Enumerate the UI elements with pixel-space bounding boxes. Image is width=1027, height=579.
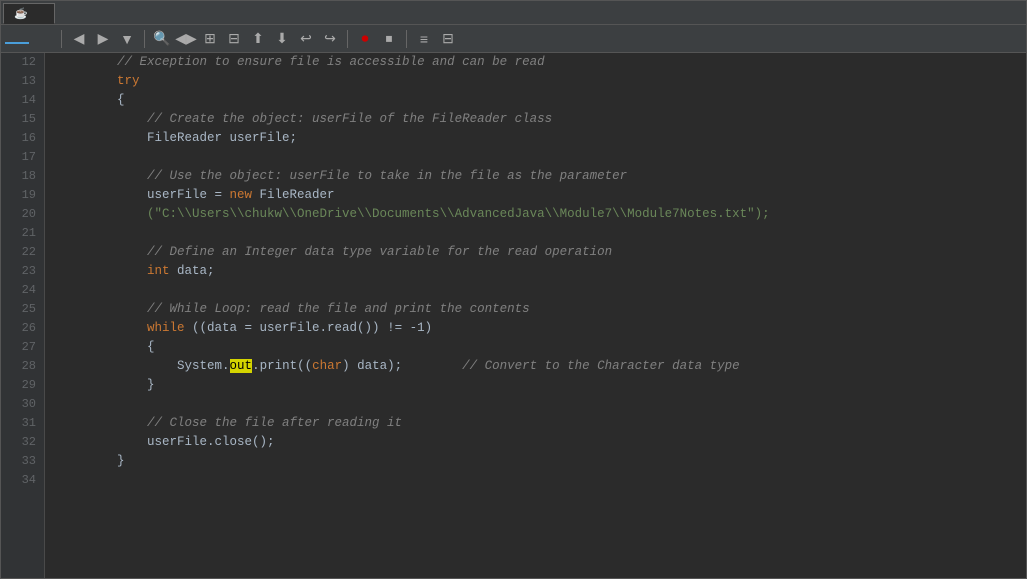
toolbar-btn-8[interactable]: ⬆ [247, 29, 269, 49]
toolbar-btn-11[interactable]: ↪ [319, 29, 341, 49]
code-line-17 [57, 148, 1026, 167]
code-content[interactable]: // Exception to ensure file is accessibl… [45, 53, 1026, 578]
code-line-13: try [57, 72, 1026, 91]
line-number-32: 32 [5, 433, 36, 452]
line-number-34: 34 [5, 471, 36, 490]
ide-window: ☕ ◀ ▶ ▼ 🔍 ◀▶ ⊞ ⊟ ⬆ ⬇ ↩ ↪ ⏺ ⏹ ≡ ⊟ 1213141… [0, 0, 1027, 579]
code-line-19: userFile = new FileReader [57, 186, 1026, 205]
toolbar-btn-13[interactable]: ⏹ [378, 29, 400, 49]
code-line-31: // Close the file after reading it [57, 414, 1026, 433]
toolbar-btn-2[interactable]: ▶ [92, 29, 114, 49]
toolbar-btn-14[interactable]: ≡ [413, 29, 435, 49]
tab-filehandling[interactable]: ☕ [3, 3, 55, 24]
toolbar-btn-6[interactable]: ⊞ [199, 29, 221, 49]
toolbar-separator-1 [61, 30, 62, 48]
line-number-20: 20 [5, 205, 36, 224]
editor-area: 1213141516171819202122232425262728293031… [1, 53, 1026, 578]
toolbar-btn-5[interactable]: ◀▶ [175, 29, 197, 49]
code-line-29: } [57, 376, 1026, 395]
toolbar-btn-3[interactable]: ▼ [116, 29, 138, 49]
toolbar-btn-10[interactable]: ↩ [295, 29, 317, 49]
tab-icon: ☕ [14, 7, 28, 20]
code-line-14: { [57, 91, 1026, 110]
line-number-14: 14 [5, 91, 36, 110]
code-line-32: userFile.close(); [57, 433, 1026, 452]
line-number-27: 27 [5, 338, 36, 357]
toolbar-btn-4[interactable]: 🔍 [151, 29, 173, 49]
line-number-15: 15 [5, 110, 36, 129]
code-line-16: FileReader userFile; [57, 129, 1026, 148]
toolbar-separator-2 [144, 30, 145, 48]
line-number-16: 16 [5, 129, 36, 148]
toolbar-separator-3 [347, 30, 348, 48]
toolbar-btn-12[interactable]: ⏺ [354, 29, 376, 49]
toolbar-btn-1[interactable]: ◀ [68, 29, 90, 49]
line-number-18: 18 [5, 167, 36, 186]
code-line-28: System.out.print((char) data); // Conver… [57, 357, 1026, 376]
code-line-18: // Use the object: userFile to take in t… [57, 167, 1026, 186]
toolbar: ◀ ▶ ▼ 🔍 ◀▶ ⊞ ⊟ ⬆ ⬇ ↩ ↪ ⏺ ⏹ ≡ ⊟ [1, 25, 1026, 53]
code-line-20: ("C:\\Users\\chukw\\OneDrive\\Documents\… [57, 205, 1026, 224]
code-line-27: { [57, 338, 1026, 357]
line-number-21: 21 [5, 224, 36, 243]
source-tab[interactable] [5, 34, 29, 44]
line-number-22: 22 [5, 243, 36, 262]
toolbar-separator-4 [406, 30, 407, 48]
line-number-33: 33 [5, 452, 36, 471]
code-line-33: } [57, 452, 1026, 471]
code-line-23: int data; [57, 262, 1026, 281]
code-line-34 [57, 471, 1026, 490]
line-number-31: 31 [5, 414, 36, 433]
line-number-17: 17 [5, 148, 36, 167]
code-line-30 [57, 395, 1026, 414]
line-number-13: 13 [5, 72, 36, 91]
line-number-25: 25 [5, 300, 36, 319]
code-line-15: // Create the object: userFile of the Fi… [57, 110, 1026, 129]
code-line-26: while ((data = userFile.read()) != -1) [57, 319, 1026, 338]
line-number-26: 26 [5, 319, 36, 338]
line-number-12: 12 [5, 53, 36, 72]
code-line-12: // Exception to ensure file is accessibl… [57, 53, 1026, 72]
code-line-22: // Define an Integer data type variable … [57, 243, 1026, 262]
code-line-25: // While Loop: read the file and print t… [57, 300, 1026, 319]
toolbar-btn-9[interactable]: ⬇ [271, 29, 293, 49]
line-number-23: 23 [5, 262, 36, 281]
line-number-30: 30 [5, 395, 36, 414]
line-number-28: 28 [5, 357, 36, 376]
code-line-24 [57, 281, 1026, 300]
code-line-21 [57, 224, 1026, 243]
line-number-19: 19 [5, 186, 36, 205]
history-tab[interactable] [31, 35, 55, 43]
line-numbers: 1213141516171819202122232425262728293031… [1, 53, 45, 578]
line-number-24: 24 [5, 281, 36, 300]
toolbar-btn-7[interactable]: ⊟ [223, 29, 245, 49]
line-number-29: 29 [5, 376, 36, 395]
toolbar-btn-15[interactable]: ⊟ [437, 29, 459, 49]
tab-bar: ☕ [1, 1, 1026, 25]
